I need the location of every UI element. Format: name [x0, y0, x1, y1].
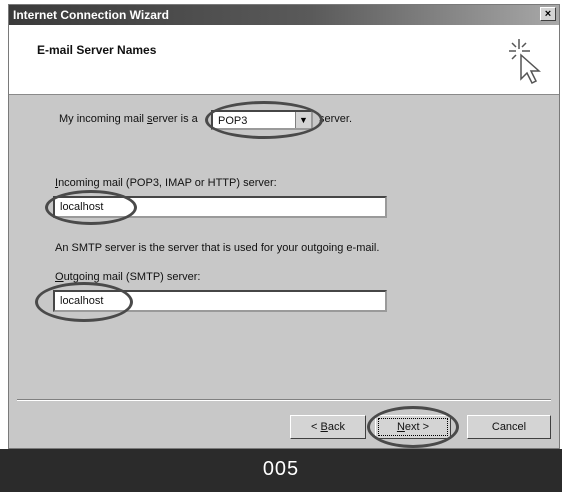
- incoming-server-label: Incoming mail (POP3, IMAP or HTTP) serve…: [55, 177, 277, 189]
- page-title: E-mail Server Names: [37, 43, 157, 57]
- window-title: Internet Connection Wizard: [13, 8, 169, 22]
- wizard-window: Internet Connection Wizard × E-mail Serv…: [8, 4, 560, 449]
- button-separator: [17, 399, 551, 401]
- step-number: 005: [262, 458, 300, 480]
- outgoing-server-input[interactable]: localhost: [53, 290, 387, 312]
- wizard-cursor-icon: [509, 39, 541, 85]
- wizard-header: E-mail Server Names: [9, 25, 559, 95]
- incoming-type-suffix: server.: [319, 113, 353, 125]
- outgoing-server-label: Outgoing mail (SMTP) server:: [55, 271, 201, 283]
- close-button[interactable]: ×: [540, 7, 556, 21]
- cancel-button[interactable]: Cancel: [467, 415, 551, 439]
- incoming-type-label: My incoming mail server is a: [59, 113, 198, 125]
- back-button[interactable]: < Back: [290, 415, 366, 439]
- next-button[interactable]: Next >: [375, 415, 451, 439]
- outgoing-server-value: localhost: [60, 295, 104, 307]
- chevron-down-icon[interactable]: ▼: [295, 112, 311, 128]
- server-type-value: POP3: [218, 115, 248, 127]
- server-type-select[interactable]: POP3 ▼: [211, 110, 313, 130]
- incoming-server-value: localhost: [60, 201, 104, 213]
- incoming-server-input[interactable]: localhost: [53, 196, 387, 218]
- caption-band: 005: [0, 449, 562, 492]
- smtp-info-text: An SMTP server is the server that is use…: [55, 242, 380, 254]
- title-bar: Internet Connection Wizard ×: [9, 5, 559, 25]
